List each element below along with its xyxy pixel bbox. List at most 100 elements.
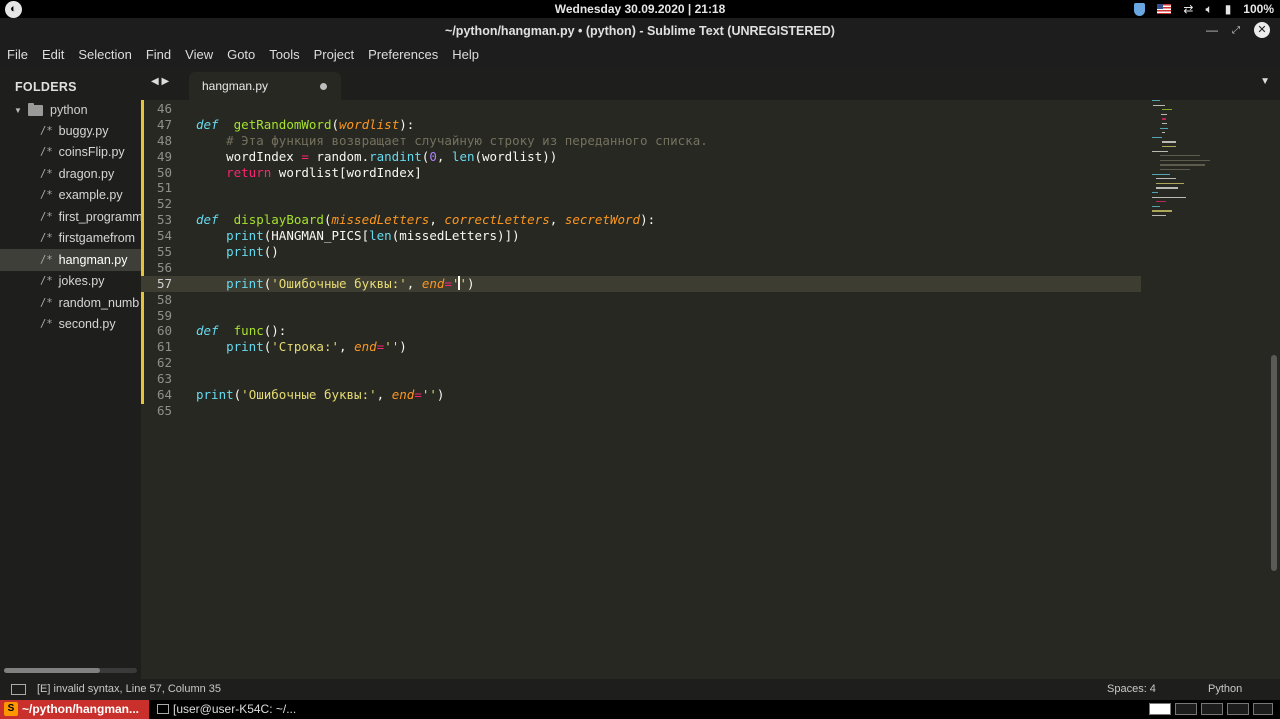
code-line[interactable]: 56 [141,260,1141,276]
menu-project[interactable]: Project [307,43,361,67]
code-line[interactable]: 46 [141,101,1141,117]
folder-expand-icon[interactable]: ▼ [14,106,28,115]
battery-icon[interactable]: ▮ [1225,2,1232,16]
sidebar-file-item[interactable]: /* buggy.py [0,120,141,142]
file-label: dragon.py [58,166,115,181]
code-line[interactable]: 64 print('Ошибочные буквы:', end='') [141,387,1141,403]
us-flag-icon[interactable] [1157,4,1172,14]
menu-edit[interactable]: Edit [35,43,71,67]
workspace-5[interactable] [1253,703,1273,715]
sidebar-file-item[interactable]: /* second.py [0,314,141,336]
taskbar-task-label: ~/python/hangman... [22,702,140,716]
code-line[interactable]: 51 [141,180,1141,196]
code-token: print [196,387,234,403]
code-line[interactable]: 60 def func(): [141,323,1141,339]
editor-vertical-scrollbar[interactable] [1270,100,1278,679]
tab-dropdown-icon[interactable]: ▼ [1260,76,1270,87]
panel-toggle-icon[interactable] [11,684,26,695]
code-line[interactable]: 57 print('Ошибочные буквы:', end='') [141,275,1141,292]
minimap-line [1162,109,1172,111]
code-line[interactable]: 47 def getRandomWord(wordlist): [141,117,1141,133]
menu-view[interactable]: View [178,43,220,67]
line-number: 62 [156,355,172,371]
menu-preferences[interactable]: Preferences [361,43,445,67]
system-clock[interactable]: Wednesday 30.09.2020 | 21:18 [0,2,1280,16]
code-editor[interactable]: 46 47 def getRandomWord(wordlist): 48 # Эта… [141,100,1270,679]
code-line[interactable]: 54 print(HANGMAN_PICS[len(missedLetters)… [141,228,1141,244]
taskbar: S ~/python/hangman... [user@user-K54C: ~… [0,700,1280,719]
network-icon[interactable]: ⇄ [1183,2,1193,16]
workspace-4[interactable] [1227,703,1249,715]
code-line[interactable]: 61 print('Строка:', end='') [141,339,1141,355]
sidebar-file-item[interactable]: /* random_numb [0,292,141,314]
code-text: wordIndex = random.randint(0, len(wordli… [196,149,557,165]
workspace-1[interactable] [1149,703,1171,715]
tab-hangman[interactable]: hangman.py [189,72,341,100]
menu-bar: File Edit Selection Find View Goto Tools… [0,43,1280,67]
sidebar-file-item[interactable]: /* jokes.py [0,271,141,293]
editor-scroll-thumb[interactable] [1271,355,1277,571]
code-token: , [376,387,392,403]
code-line[interactable]: 58 [141,292,1141,308]
shield-icon[interactable] [1134,2,1146,16]
workspace-3[interactable] [1201,703,1223,715]
sidebar-file-item[interactable]: /* example.py [0,185,141,207]
menu-tools[interactable]: Tools [262,43,306,67]
line-number: 46 [156,101,172,116]
code-line[interactable]: 62 [141,355,1141,371]
unsaved-dot-icon[interactable] [320,83,327,90]
menu-help[interactable]: Help [445,43,486,67]
close-button[interactable]: ✕ [1254,22,1270,38]
indentation-setting[interactable]: Spaces: 4 [1107,683,1156,695]
menu-selection[interactable]: Selection [71,43,138,67]
code-line[interactable]: 48 # Эта функция возвращает случайную ст… [141,133,1141,149]
menu-goto[interactable]: Goto [220,43,262,67]
code-token: return [226,164,272,180]
folders-header: FOLDERS [15,80,77,94]
sidebar-scroll-thumb[interactable] [4,668,100,673]
code-line[interactable]: 65 [141,403,1141,419]
python-file-icon: /* [40,124,53,137]
taskbar-terminal-task[interactable]: [user@user-K54C: ~/... [153,700,303,719]
file-label: example.py [58,188,123,203]
python-file-icon: /* [40,275,53,288]
volume-icon[interactable]: 🔈︎ [1205,2,1212,17]
system-top-bar: ◐ Wednesday 30.09.2020 | 21:18 ⇄ 🔈︎ ▮ 10… [0,0,1280,18]
code-line[interactable]: 63 [141,371,1141,387]
sidebar-file-item[interactable]: /* dragon.py [0,163,141,185]
menu-file[interactable]: File [0,43,35,67]
line-number: 53 [156,212,172,228]
sidebar-file-item[interactable]: /* coinsFlip.py [0,142,141,164]
syntax-selector[interactable]: Python [1208,683,1242,695]
taskbar-sublime-task[interactable]: S ~/python/hangman... [0,700,149,719]
code-line[interactable]: 53 def displayBoard(missedLetters, correc… [141,212,1141,228]
workspace-2[interactable] [1175,703,1197,715]
tab-nav-arrows-icon[interactable]: ◀ ▶ [151,76,169,87]
sidebar-file-item[interactable]: /* firstgamefrom [0,228,141,250]
python-file-icon: /* [40,210,53,223]
minimap[interactable] [1150,100,1230,230]
sidebar-horizontal-scrollbar[interactable] [4,668,137,673]
sidebar-file-item[interactable]: /* hangman.py [0,249,141,271]
minimize-button[interactable]: — [1206,23,1218,37]
code-token: , [339,339,355,355]
code-text: print('Ошибочные буквы:', end='') [196,275,475,292]
minimap-line [1162,141,1176,143]
code-line[interactable]: 59 [141,308,1141,324]
folder-python[interactable]: ▼ python [14,101,88,119]
code-token: , [549,212,565,228]
menu-find[interactable]: Find [139,43,178,67]
code-line[interactable]: 50 return wordlist[wordIndex] [141,165,1141,181]
code-line[interactable]: 49 wordIndex = random.randint(0, len(wor… [141,149,1141,165]
sidebar-file-item[interactable]: /* first_programm [0,206,141,228]
code-line[interactable]: 52 [141,196,1141,212]
code-lines[interactable]: 46 47 def getRandomWord(wordlist): 48 # Эта… [141,101,1141,419]
code-token: '' [384,339,400,355]
restore-button[interactable]: ⤢ [1232,25,1240,36]
code-line[interactable]: 55 print() [141,244,1141,260]
